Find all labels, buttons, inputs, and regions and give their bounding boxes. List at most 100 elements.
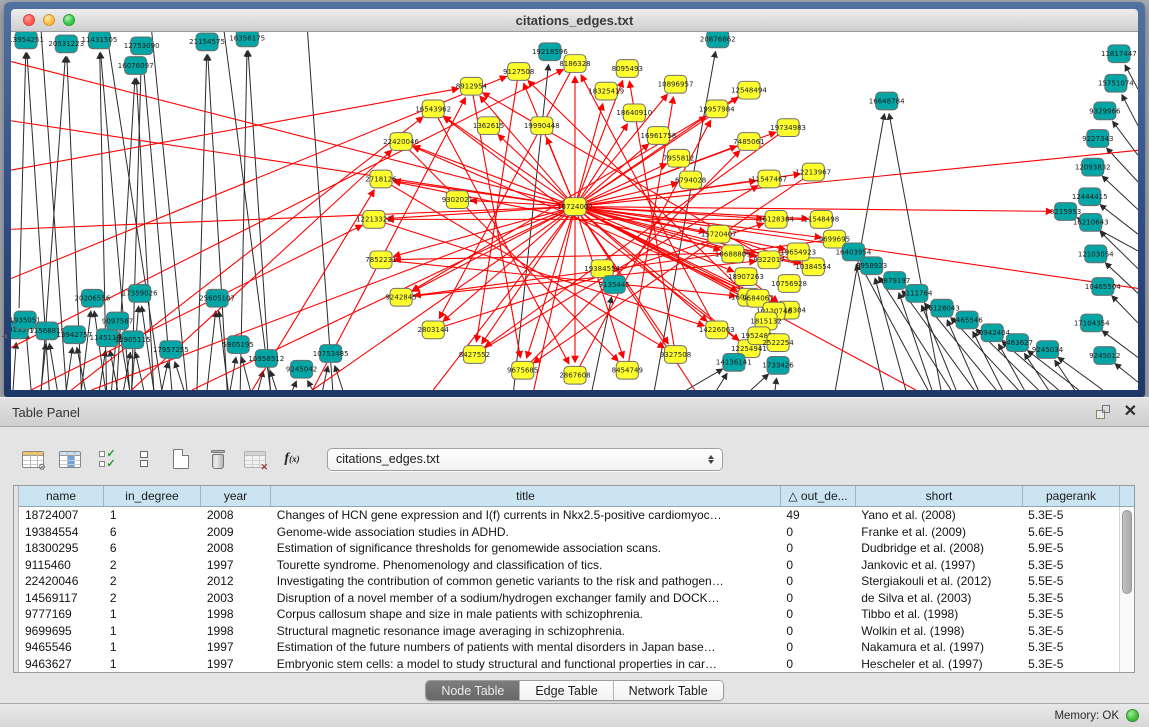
tab-edge-table[interactable]: Edge Table — [520, 681, 613, 700]
graph-node[interactable]: 17359026 — [122, 284, 158, 302]
graph-node[interactable]: 16958512 — [248, 350, 284, 368]
vertical-scrollbar[interactable] — [1119, 507, 1134, 672]
graph-node[interactable]: 8186328 — [559, 55, 590, 73]
tab-node-table[interactable]: Node Table — [426, 681, 520, 700]
graph-node[interactable]: 9097587 — [102, 312, 133, 330]
table-row[interactable]: 1456911722003Disruption of a novel membe… — [19, 590, 1119, 607]
table-row[interactable]: 1938455462009Genome-wide association stu… — [19, 524, 1119, 541]
table-row[interactable]: 946362711997Embryonic stem cells: a mode… — [19, 656, 1119, 673]
graph-node[interactable]: 9111764 — [901, 284, 933, 302]
graph-node[interactable]: 2718126 — [365, 170, 396, 188]
memory-status-indicator[interactable] — [1126, 709, 1139, 722]
function-builder-icon[interactable]: f(x) — [278, 446, 306, 472]
graph-node[interactable]: 9465546 — [951, 311, 982, 329]
graph-node[interactable]: 10465504 — [1085, 278, 1121, 296]
graph-node[interactable]: 21154575 — [189, 33, 225, 51]
graph-node[interactable]: 7955812 — [663, 149, 694, 167]
network-view-window[interactable]: citations_edges.txt 18724007818632891275… — [4, 2, 1145, 397]
graph-node[interactable]: 2522254 — [762, 334, 794, 352]
graph-node[interactable]: 8427552 — [459, 346, 490, 364]
graph-node[interactable]: 16543962 — [415, 100, 451, 118]
panel-collapse-arrow-icon[interactable]: ◄ — [0, 331, 9, 341]
graph-node[interactable]: 9245042 — [286, 360, 317, 378]
scrollbar-thumb[interactable] — [1122, 510, 1132, 594]
graph-node[interactable]: 6879197 — [879, 272, 910, 290]
column-header-in-degree[interactable]: in_degree — [104, 486, 201, 506]
graph-node[interactable]: 9329966 — [1089, 102, 1120, 120]
graph-node[interactable]: 10896957 — [658, 75, 694, 93]
graph-node[interactable]: 8215953 — [1050, 203, 1081, 221]
graph-node[interactable]: 16128043 — [924, 299, 960, 317]
table-row[interactable]: 946554611997Estimation of the future num… — [19, 639, 1119, 656]
graph-node[interactable]: 8958923 — [856, 257, 887, 275]
graph-node[interactable]: 9245034 — [1032, 341, 1064, 359]
graph-node[interactable]: 9675685 — [507, 361, 538, 379]
table-row[interactable]: 977716911998Corpus callosum shape and si… — [19, 606, 1119, 623]
graph-node[interactable]: 17104354 — [1074, 314, 1110, 332]
graph-node[interactable]: 7852231 — [365, 251, 396, 269]
select-column-icon[interactable] — [56, 446, 84, 472]
table-row[interactable]: 2242004622012Investigating the contribut… — [19, 573, 1119, 590]
network-graph[interactable]: 1872400781863289127508891295416543962224… — [11, 32, 1138, 390]
graph-node[interactable]: 12548494 — [731, 81, 767, 99]
graph-node[interactable]: 8454749 — [612, 361, 643, 379]
table-row[interactable]: 911546021997Tourette syndrome. Phenomeno… — [19, 557, 1119, 574]
row-selection-icon[interactable]: ✓✓ — [93, 446, 121, 472]
graph-node[interactable]: 5905195 — [223, 336, 254, 354]
graph-node[interactable]: 13954251 — [11, 32, 44, 49]
graph-node[interactable]: 19734983 — [770, 119, 806, 137]
graph-node[interactable]: 16648784 — [869, 92, 905, 110]
graph-node[interactable]: 9127508 — [503, 63, 534, 81]
table-row[interactable]: 969969511998Structural magnetic resonanc… — [19, 623, 1119, 640]
column-header-pagerank[interactable]: pagerank — [1023, 486, 1120, 506]
graph-node[interactable]: 10753485 — [313, 345, 349, 363]
clear-table-icon[interactable]: ✕ — [241, 446, 269, 472]
column-header-year[interactable]: year — [201, 486, 271, 506]
table-row[interactable]: 1830029562008Estimation of significance … — [19, 540, 1119, 557]
table-panel-header[interactable]: Table Panel ✕ — [0, 397, 1149, 427]
graph-node[interactable]: 16356175 — [229, 32, 265, 47]
graph-node[interactable]: 19384554 — [584, 260, 620, 278]
graph-node[interactable]: 16076097 — [118, 57, 154, 75]
table-selector-dropdown[interactable]: citations_edges.txt — [327, 448, 723, 471]
graph-node[interactable]: 9227343 — [1082, 130, 1113, 148]
graph-node[interactable]: 8095493 — [612, 60, 643, 78]
graph-node[interactable]: 12444415 — [1072, 188, 1108, 206]
graph-node[interactable]: 19218596 — [532, 43, 568, 61]
graph-node[interactable]: 10756928 — [771, 275, 807, 293]
network-canvas[interactable]: 1872400781863289127508891295416543962224… — [11, 32, 1138, 390]
graph-node[interactable]: 6794028 — [675, 171, 706, 189]
graph-node[interactable]: 20531223 — [48, 35, 84, 53]
graph-node[interactable]: 1362615 — [473, 117, 504, 135]
graph-node[interactable]: 9327508 — [660, 346, 691, 364]
graph-node[interactable]: 9463627 — [1002, 334, 1033, 352]
close-panel-icon[interactable]: ✕ — [1124, 405, 1137, 419]
table-row[interactable]: 1872400712008Changes of HCN gene express… — [19, 507, 1119, 524]
tab-network-table[interactable]: Network Table — [614, 681, 723, 700]
graph-node[interactable]: 15751074 — [1098, 74, 1134, 92]
graph-node[interactable]: 22420046 — [383, 133, 419, 151]
graph-node[interactable]: 9245012 — [1089, 347, 1120, 365]
graph-node[interactable]: 11548498 — [803, 211, 839, 229]
graph-node[interactable]: 9302021 — [442, 191, 473, 209]
column-header-title[interactable]: title — [271, 486, 781, 506]
new-table-icon[interactable] — [167, 446, 195, 472]
graph-node[interactable]: 9135445 — [599, 276, 630, 294]
graph-node[interactable]: 12103054 — [1078, 245, 1114, 263]
graph-node[interactable]: 16128364 — [758, 211, 794, 229]
graph-node[interactable]: 16210643 — [1073, 213, 1109, 231]
graph-node[interactable]: 12093832 — [1075, 158, 1111, 176]
graph-node[interactable]: 12753090 — [124, 37, 160, 55]
graph-node[interactable]: 12213967 — [795, 163, 831, 181]
graph-node[interactable]: 20876862 — [700, 32, 736, 48]
graph-node[interactable]: 9242845 — [385, 288, 416, 306]
delete-table-icon[interactable] — [204, 446, 232, 472]
graph-node[interactable]: 2867608 — [559, 366, 590, 384]
graph-node[interactable]: 14226063 — [699, 321, 735, 339]
window-titlebar[interactable]: citations_edges.txt — [11, 9, 1138, 32]
graph-node[interactable]: 11817447 — [1101, 45, 1137, 63]
graph-node[interactable]: 25605107 — [199, 289, 235, 307]
graph-node[interactable]: 11431505 — [82, 32, 118, 49]
float-panel-icon[interactable] — [1096, 405, 1110, 419]
graph-node[interactable]: 1733426 — [762, 356, 793, 374]
